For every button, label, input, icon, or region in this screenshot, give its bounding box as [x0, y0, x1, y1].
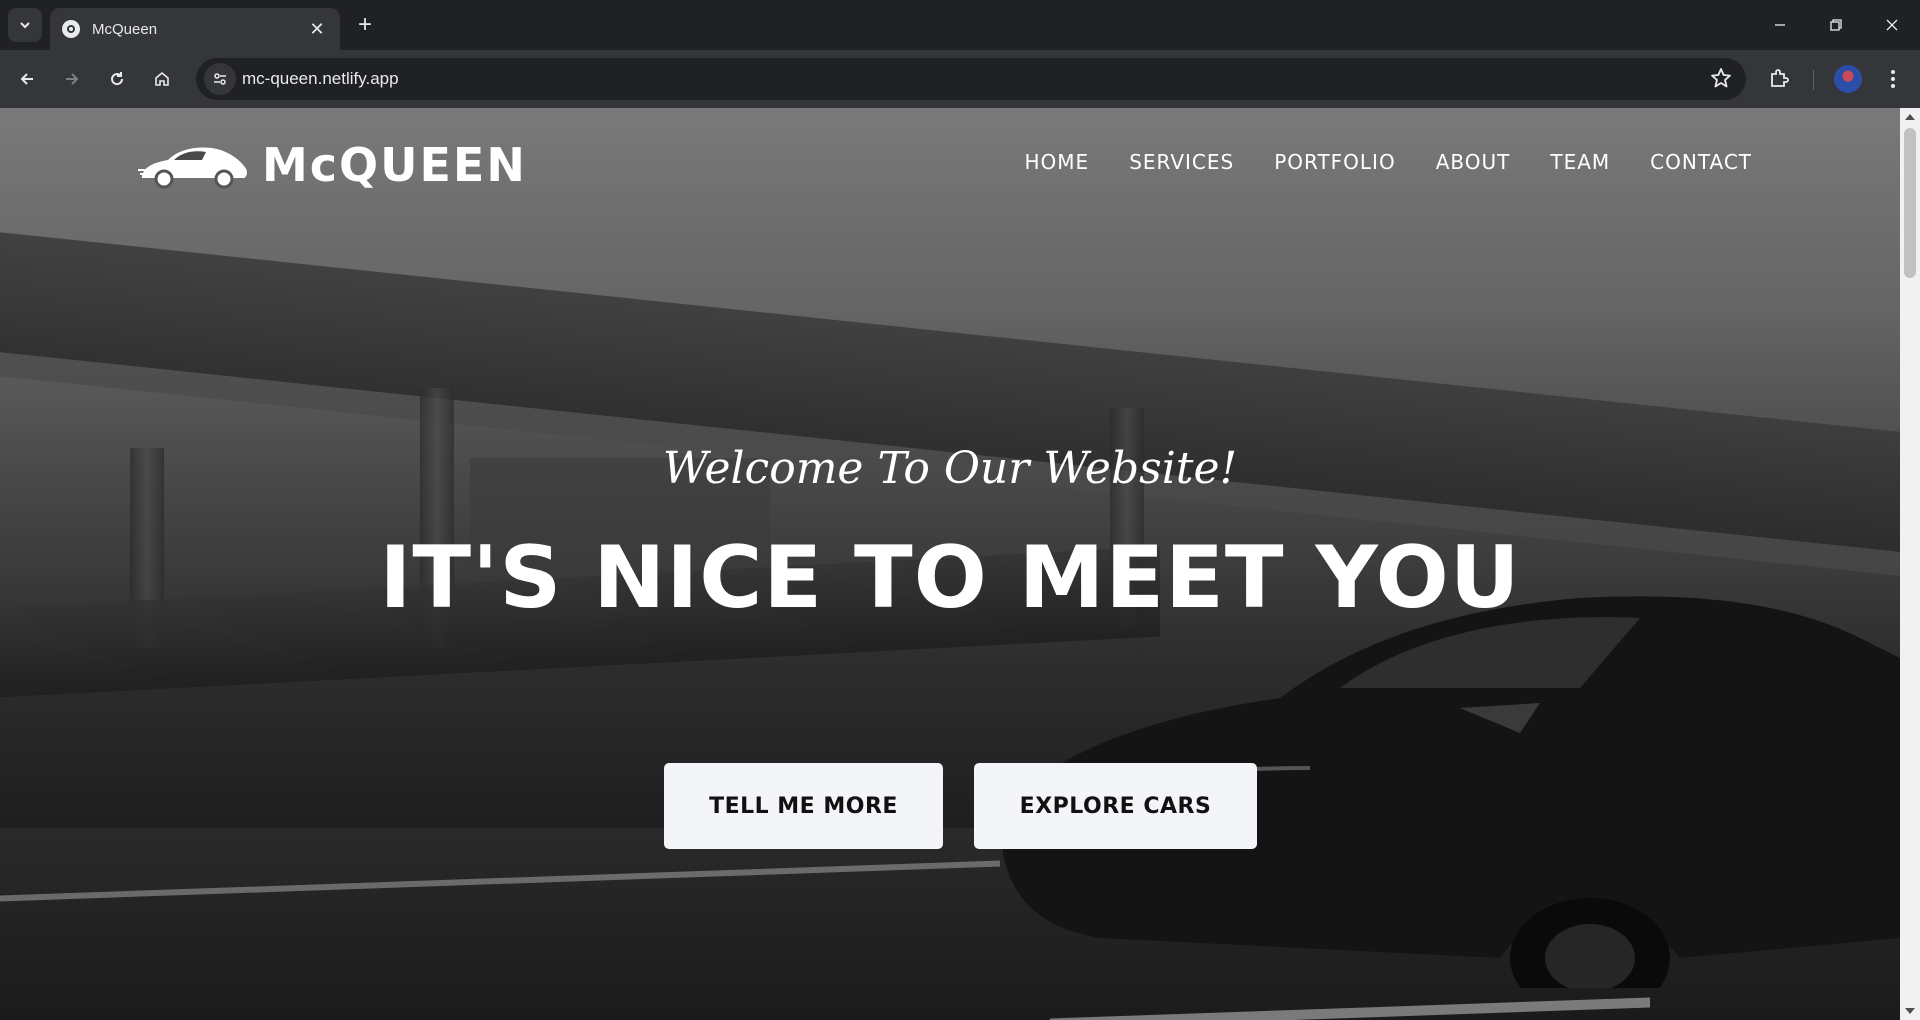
forward-icon[interactable]	[55, 62, 89, 96]
url-text[interactable]: mc-queen.netlify.app	[242, 69, 399, 89]
toolbar-divider	[1813, 70, 1814, 90]
main-nav: HOME SERVICES PORTFOLIO ABOUT TEAM CONTA…	[1025, 150, 1753, 174]
site-info-icon[interactable]	[204, 63, 236, 95]
extensions-icon[interactable]	[1762, 62, 1796, 96]
home-icon[interactable]	[145, 62, 179, 96]
new-tab-button[interactable]: +	[352, 12, 378, 38]
scroll-up-arrow-icon[interactable]	[1905, 114, 1915, 120]
tab-search-button[interactable]	[8, 8, 42, 42]
avatar[interactable]	[1834, 65, 1862, 93]
page-scrollbar[interactable]	[1900, 108, 1920, 1020]
nav-contact[interactable]: CONTACT	[1650, 150, 1752, 174]
tab-strip: McQueen ✕ +	[0, 0, 1920, 50]
address-bar[interactable]: mc-queen.netlify.app	[196, 58, 1746, 100]
nav-services[interactable]: SERVICES	[1129, 150, 1234, 174]
hero-title: IT'S NICE TO MEET YOU	[379, 528, 1521, 628]
site-logo[interactable]: McQUEEN	[138, 138, 527, 192]
close-icon[interactable]: ✕	[306, 19, 328, 40]
scroll-down-arrow-icon[interactable]	[1905, 1008, 1915, 1014]
chevron-down-icon	[20, 22, 30, 29]
star-icon[interactable]	[1710, 67, 1732, 94]
tell-me-more-button[interactable]: TELL ME MORE	[664, 763, 943, 849]
car-logo-icon	[138, 147, 247, 189]
nav-team[interactable]: TEAM	[1550, 150, 1610, 174]
favicon-icon	[62, 20, 80, 38]
window-controls	[1752, 0, 1920, 50]
explore-cars-button[interactable]: EXPLORE CARS	[974, 763, 1257, 849]
reload-icon[interactable]	[100, 62, 134, 96]
nav-portfolio[interactable]: PORTFOLIO	[1274, 150, 1396, 174]
page-viewport: McQUEEN HOME SERVICES PORTFOLIO ABOUT TE…	[0, 108, 1900, 1020]
restore-icon[interactable]	[1808, 0, 1864, 50]
back-icon[interactable]	[10, 62, 44, 96]
tab-title: McQueen	[92, 20, 158, 38]
logo-text: McQUEEN	[262, 138, 527, 192]
menu-icon[interactable]	[1876, 62, 1910, 96]
scrollbar-thumb[interactable]	[1904, 128, 1916, 278]
nav-home[interactable]: HOME	[1025, 150, 1090, 174]
minimize-icon[interactable]	[1752, 0, 1808, 50]
hero-subtitle: Welcome To Our Website!	[662, 443, 1238, 494]
tab-active[interactable]: McQueen ✕	[50, 8, 340, 50]
close-window-icon[interactable]	[1864, 0, 1920, 50]
browser-toolbar: mc-queen.netlify.app	[0, 50, 1920, 108]
nav-about[interactable]: ABOUT	[1436, 150, 1511, 174]
